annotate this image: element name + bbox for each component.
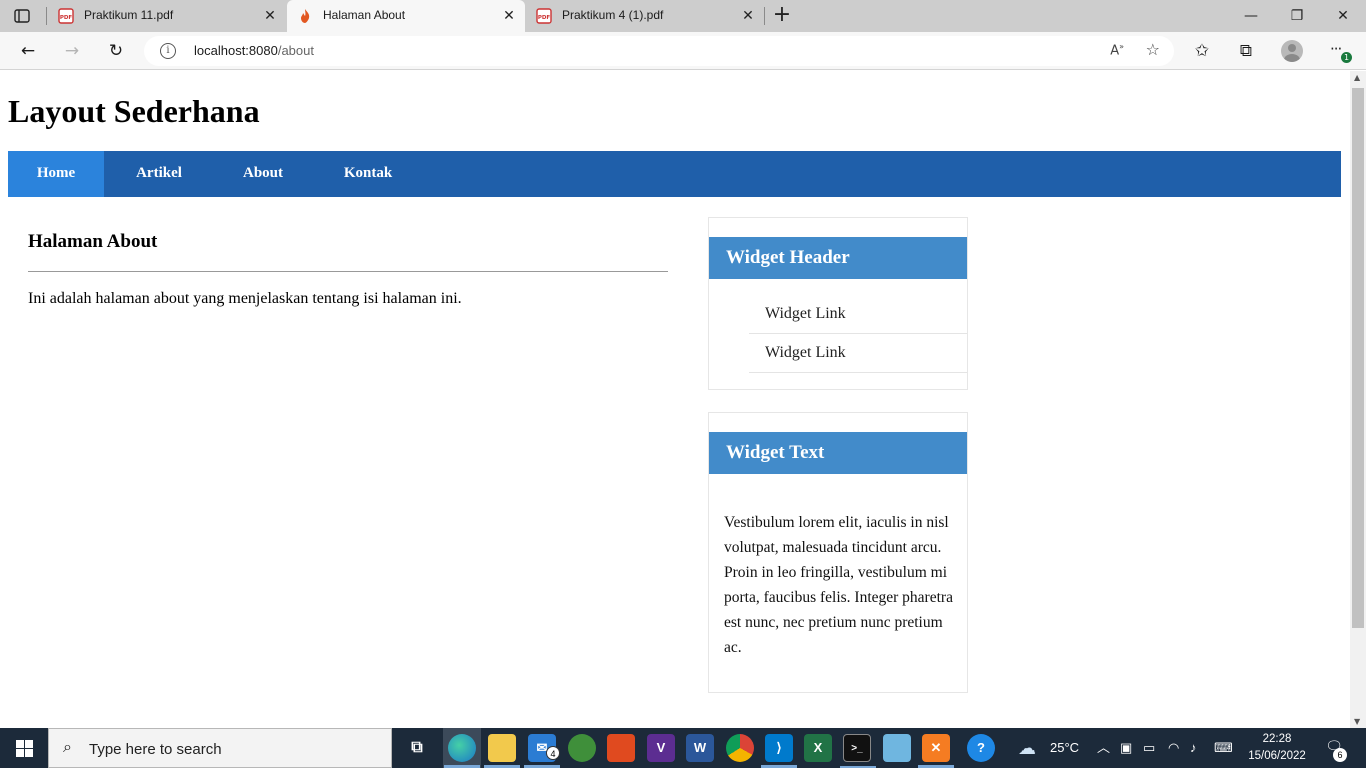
windows-logo-part	[25, 749, 33, 757]
vscode-icon[interactable]: ⟩	[761, 734, 797, 768]
page-scrollbar[interactable]: ▲ ▼	[1350, 71, 1366, 728]
taskbar-clock[interactable]: 22:28 15/06/2022	[1244, 731, 1310, 765]
tab-separator	[46, 7, 47, 25]
notification-count-badge: 6	[1333, 748, 1347, 762]
temperature-text[interactable]: 25°C	[1050, 728, 1079, 768]
main-navigation: Home Artikel About Kontak	[8, 151, 1341, 197]
tab-separator	[764, 7, 765, 25]
address-bar[interactable]: i localhost:8080/about A» ☆	[144, 36, 1174, 66]
search-icon: ⌕	[63, 739, 72, 756]
terminal-icon[interactable]: >_	[840, 734, 876, 768]
refresh-button[interactable]: ↻	[102, 38, 130, 64]
settings-more-icon[interactable]: ···	[1330, 40, 1342, 58]
volume-icon[interactable]: ♪	[1190, 728, 1197, 768]
start-button[interactable]	[0, 728, 48, 768]
help-icon[interactable]: ?	[967, 734, 995, 762]
tab-halaman-about[interactable]: Halaman About ✕	[287, 0, 525, 32]
meet-now-icon[interactable]: ▣	[1120, 728, 1132, 768]
page-heading: Halaman About	[28, 231, 158, 252]
windows-logo-part	[16, 749, 24, 757]
edge-browser-icon[interactable]	[444, 734, 480, 768]
heading-divider	[28, 271, 668, 272]
file-explorer-icon[interactable]	[484, 734, 520, 768]
scrollbar-thumb[interactable]	[1352, 88, 1364, 628]
tab-label: Halaman About	[323, 8, 406, 22]
taskbar-search-box[interactable]: ⌕ Type here to search	[48, 728, 392, 768]
keyboard-icon[interactable]: ⌨	[1214, 728, 1233, 768]
pdf-icon: PDF	[58, 8, 74, 24]
search-placeholder: Type here to search	[89, 741, 222, 758]
close-tab-icon[interactable]: ✕	[501, 8, 517, 24]
read-aloud-icon[interactable]: A»	[1110, 42, 1124, 58]
browser-toolbar: ← → ↻ i localhost:8080/about A» ☆ ✩ ⧉	[0, 32, 1366, 70]
url-host: localhost:8080	[194, 43, 278, 58]
visual-studio-icon[interactable]: V	[647, 734, 675, 762]
profile-avatar[interactable]	[1281, 40, 1303, 62]
show-hidden-icons-icon[interactable]: ︿	[1097, 728, 1110, 768]
favorites-icon[interactable]: ✩	[1188, 38, 1216, 64]
tab-label: Praktikum 4 (1).pdf	[562, 8, 664, 22]
widget-text-title: Widget Text	[709, 432, 967, 474]
update-badge: 1	[1341, 52, 1352, 63]
word-icon[interactable]: W	[686, 734, 714, 762]
widget-link[interactable]: Widget Link	[749, 295, 967, 334]
weather-icon[interactable]: ☁	[1018, 728, 1036, 768]
url-path: /about	[277, 43, 314, 58]
notepad-icon[interactable]	[883, 734, 911, 762]
svg-text:PDF: PDF	[60, 15, 73, 21]
scroll-up-icon[interactable]: ▲	[1354, 73, 1360, 82]
excel-icon[interactable]: X	[804, 734, 832, 762]
main-content: Halaman About Ini adalah halaman about y…	[28, 231, 668, 308]
nav-about-link[interactable]: About	[214, 151, 312, 197]
windows-logo-icon	[16, 740, 24, 748]
close-tab-icon[interactable]: ✕	[262, 8, 278, 24]
widget-links-box: Widget Header Widget Link Widget Link	[708, 217, 968, 390]
widget-link-list: Widget Link Widget Link	[709, 279, 967, 389]
wifi-icon[interactable]: ◠	[1168, 728, 1179, 768]
close-window-button[interactable]: ✕	[1320, 0, 1366, 32]
tab-actions-button[interactable]	[10, 6, 38, 26]
nav-artikel-link[interactable]: Artikel	[104, 151, 214, 197]
back-button[interactable]: ←	[14, 38, 42, 64]
windows-logo-part	[25, 740, 33, 748]
clock-date: 15/06/2022	[1248, 750, 1306, 762]
close-tab-icon[interactable]: ✕	[740, 8, 756, 24]
site-info-icon[interactable]: i	[160, 43, 176, 59]
new-tab-button[interactable]: +	[770, 4, 794, 28]
restore-button[interactable]: ❐	[1274, 0, 1320, 32]
flame-icon	[301, 9, 310, 23]
svg-text:PDF: PDF	[538, 15, 551, 21]
forward-button[interactable]: →	[58, 38, 86, 64]
office-icon[interactable]	[607, 734, 635, 762]
nav-home-link[interactable]: Home	[8, 151, 104, 197]
browser-tab-strip: PDF Praktikum 11.pdf ✕ Halaman About ✕ P…	[0, 0, 1366, 32]
page-body-text: Ini adalah halaman about yang menjelaska…	[28, 290, 462, 307]
windows-taskbar: ⌕ Type here to search ⧉ ✉ 4 V W ⟩ X >_ ✕…	[0, 728, 1366, 768]
xampp-icon[interactable]: ✕	[918, 734, 954, 768]
task-view-icon[interactable]: ⧉	[403, 734, 431, 762]
chrome-icon[interactable]	[726, 734, 754, 762]
minimize-button[interactable]: —	[1228, 0, 1274, 32]
collections-icon[interactable]: ⧉	[1232, 38, 1260, 64]
widget-link[interactable]: Widget Link	[749, 334, 967, 373]
widget-header-title: Widget Header	[709, 237, 967, 279]
plant-app-icon[interactable]	[568, 734, 596, 762]
tab-praktikum-4[interactable]: PDF Praktikum 4 (1).pdf ✕	[526, 0, 764, 32]
pdf-icon: PDF	[536, 8, 552, 24]
clock-time: 22:28	[1262, 733, 1292, 745]
widget-text-body: Vestibulum lorem elit, iaculis in nisl v…	[724, 514, 953, 656]
mail-count-badge: 4	[546, 746, 560, 760]
tab-actions-icon	[14, 9, 30, 23]
add-favorite-icon[interactable]: ☆	[1146, 40, 1160, 59]
url-text: localhost:8080/about	[194, 43, 314, 58]
tab-label: Praktikum 11.pdf	[84, 8, 174, 22]
tab-praktikum-11[interactable]: PDF Praktikum 11.pdf ✕	[48, 0, 286, 32]
site-title: Layout Sederhana	[8, 93, 260, 129]
scroll-down-icon[interactable]: ▼	[1354, 717, 1360, 726]
battery-icon[interactable]: ▭	[1143, 728, 1155, 768]
web-page: Layout Sederhana Home Artikel About Kont…	[0, 71, 1350, 728]
widget-text-box: Widget Text Vestibulum lorem elit, iacul…	[708, 412, 968, 693]
nav-kontak-link[interactable]: Kontak	[312, 151, 424, 197]
